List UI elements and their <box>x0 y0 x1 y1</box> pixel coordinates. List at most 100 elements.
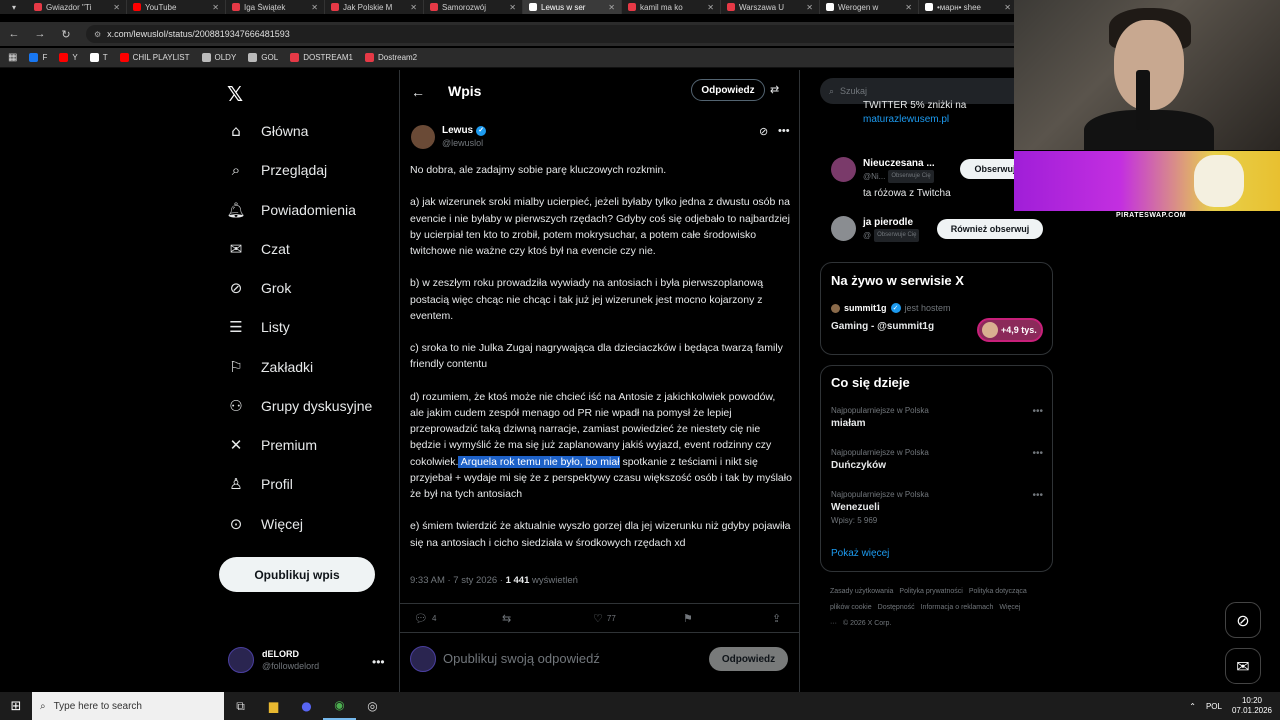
discord-icon[interactable]: ● <box>290 692 323 720</box>
browser-tab[interactable]: Werogen w ✕ <box>820 0 919 14</box>
tab-close-icon[interactable]: ✕ <box>806 3 813 12</box>
account-more-icon[interactable]: ••• <box>372 655 385 669</box>
reload-icon[interactable]: ↻ <box>60 28 72 41</box>
back-icon[interactable]: ← <box>8 28 20 40</box>
tab-close-icon[interactable]: ✕ <box>311 3 318 12</box>
trend-item[interactable]: Najpopularniejsze w Polska Wenezueli Wpisy… <box>831 490 1043 525</box>
bookmark-item[interactable]: Y <box>59 53 78 62</box>
avatar[interactable] <box>831 157 856 182</box>
trend-more-icon[interactable]: ••• <box>1032 490 1043 501</box>
taskbar-search[interactable]: ⌕ Type here to search <box>32 692 224 720</box>
chrome-icon[interactable]: ◉ <box>323 692 356 720</box>
suggest-name[interactable]: ja pierodle <box>863 216 919 229</box>
trend-more-icon[interactable]: ••• <box>1032 406 1043 417</box>
bookmark-item[interactable]: T <box>89 53 108 62</box>
bookmark-item[interactable]: GOL <box>248 53 278 62</box>
file-explorer-icon[interactable]: ▆ <box>257 692 290 720</box>
task-view-icon[interactable]: ⧉ <box>224 692 257 720</box>
tab-close-icon[interactable]: ✕ <box>608 3 615 12</box>
follow-suggestion[interactable]: ja pierodle @ Obserwuje Cię <box>831 216 920 242</box>
back-arrow-icon[interactable]: ← <box>411 84 425 100</box>
footer-link[interactable]: Dostępność <box>878 604 915 611</box>
tab-close-icon[interactable]: ✕ <box>707 3 714 12</box>
trend-item[interactable]: Najpopularniejsze w Polska miałam ••• <box>831 406 1043 429</box>
reply-input[interactable]: Opublikuj swoją odpowiedź <box>443 651 600 666</box>
browser-tab[interactable]: kamil ma ko ✕ <box>622 0 721 14</box>
nav-item-bookmark[interactable]: ⚐ Zakładki <box>226 355 313 379</box>
nav-item-x[interactable]: ✕ Premium <box>226 433 317 457</box>
footer-link[interactable]: Zasady użytkowania <box>830 588 893 595</box>
browser-tab[interactable]: Samorozwój ✕ <box>424 0 523 14</box>
address-bar[interactable]: ⚙ x.com/lewuslol/status/2008819347666481… <box>86 25 1066 43</box>
footer-link[interactable]: Informacja o reklamach <box>921 604 994 611</box>
nav-item-bell[interactable]: 🔔︎ Powiadomienia <box>226 198 355 222</box>
footer-link[interactable]: © 2026 X Corp. <box>843 620 891 627</box>
trend-more-icon[interactable]: ••• <box>1032 448 1043 459</box>
tab-close-icon[interactable]: ✕ <box>905 3 912 12</box>
avatar[interactable] <box>831 216 856 241</box>
post-timestamp[interactable]: 9:33 AM · 7 sty 2026 · <box>410 575 506 586</box>
nav-item-person[interactable]: ♙ Profil <box>226 472 293 496</box>
bookmark-action[interactable]: ⚑ <box>683 612 693 625</box>
live-stream-title[interactable]: Gaming - @summit1g <box>831 321 934 332</box>
follow-back-button[interactable]: Również obserwuj <box>937 219 1043 239</box>
author-handle[interactable]: @lewuslol <box>442 137 486 150</box>
bookmark-item[interactable]: Dostream2 <box>365 53 417 62</box>
bookmark-item[interactable]: OLDY <box>201 53 236 62</box>
windows-start-icon[interactable]: ⊞ <box>0 692 32 720</box>
suggest-name[interactable]: Nieuczesana ... <box>863 157 951 170</box>
account-switcher[interactable]: dELORD @followdelord <box>228 647 319 673</box>
browser-tab[interactable]: Iga Świątek ✕ <box>226 0 325 14</box>
tab-close-icon[interactable]: ✕ <box>113 3 120 12</box>
reply-action[interactable]: 💬︎ 4 <box>414 612 436 625</box>
trend-item[interactable]: Najpopularniejsze w Polska Duńczyków ••• <box>831 448 1043 471</box>
nav-item-home[interactable]: ⌂ Główna <box>226 119 308 143</box>
nav-item-grok[interactable]: ⊘ Grok <box>226 276 292 300</box>
browser-tab[interactable]: YouTube ✕ <box>127 0 226 14</box>
tab-search-icon[interactable]: ▾ <box>0 0 28 14</box>
nav-item-more-circle[interactable]: ⊙ Więcej <box>226 512 303 536</box>
live-host[interactable]: summit1g ✓ jest hostem <box>831 303 951 313</box>
filter-icon[interactable]: ⇄ <box>770 83 779 96</box>
grok-float-button[interactable]: ⊘ <box>1225 602 1261 638</box>
post-button[interactable]: Opublikuj wpis <box>219 557 375 592</box>
tab-close-icon[interactable]: ✕ <box>509 3 516 12</box>
bookmark-item[interactable]: F <box>29 53 47 62</box>
live-listener-count[interactable]: +4,9 tys. <box>977 318 1043 342</box>
bookmark-item[interactable]: CHIL PLAYLIST <box>119 53 190 62</box>
grok-icon[interactable]: ⊘ <box>759 125 768 138</box>
author-name[interactable]: Lewus <box>442 124 473 137</box>
browser-tab[interactable]: Warszawa U ✕ <box>721 0 820 14</box>
browser-tab[interactable]: Gwiazdor "Ti ✕ <box>28 0 127 14</box>
footer-link[interactable]: Polityka prywatności <box>899 588 962 595</box>
browser-tab[interactable]: Lewus w ser ✕ <box>523 0 622 14</box>
show-more-link[interactable]: Pokaż więcej <box>831 548 889 559</box>
forward-icon[interactable]: → <box>34 28 46 40</box>
messages-float-button[interactable]: ✉ <box>1225 648 1261 684</box>
reply-submit-button[interactable]: Odpowiedz <box>709 647 788 671</box>
post-more-icon[interactable]: ••• <box>778 125 790 137</box>
like-action[interactable]: ♡ 77 <box>593 612 616 625</box>
clock[interactable]: 10:20 07.01.2026 <box>1232 696 1272 716</box>
share-action[interactable]: ⇪ <box>772 612 781 625</box>
browser-tab[interactable]: •марн• shee ✕ <box>919 0 1018 14</box>
apps-icon[interactable]: ▦ <box>8 52 17 63</box>
tab-close-icon[interactable]: ✕ <box>410 3 417 12</box>
nav-item-search[interactable]: ⌕ Przeglądaj <box>226 158 327 182</box>
tray-chevron-icon[interactable]: ⌃ <box>1189 702 1196 711</box>
repost-action[interactable]: ⇆ <box>502 612 511 625</box>
promo-link[interactable]: maturazlewusem.pl <box>863 113 966 127</box>
browser-tab[interactable]: Jak Polskie M ✕ <box>325 0 424 14</box>
nav-item-mail[interactable]: ✉ Czat <box>226 237 290 261</box>
site-info-icon[interactable]: ⚙ <box>94 30 101 39</box>
follow-suggestion[interactable]: Nieuczesana ... @Ni... Obserwuje Cię ta r… <box>831 157 951 200</box>
author-avatar[interactable] <box>411 125 435 149</box>
post-author[interactable]: Lewus ✓ @lewuslol <box>411 124 487 150</box>
reply-header-button[interactable]: Odpowiedz <box>691 79 765 101</box>
nav-item-people[interactable]: ⚇ Grupy dyskusyjne <box>226 394 372 418</box>
tab-close-icon[interactable]: ✕ <box>1004 3 1011 12</box>
tab-close-icon[interactable]: ✕ <box>212 3 219 12</box>
language-indicator[interactable]: POL <box>1206 702 1222 711</box>
bookmark-item[interactable]: DOSTREAM1 <box>290 53 353 62</box>
x-logo-icon[interactable]: 𝕏 <box>227 82 243 106</box>
